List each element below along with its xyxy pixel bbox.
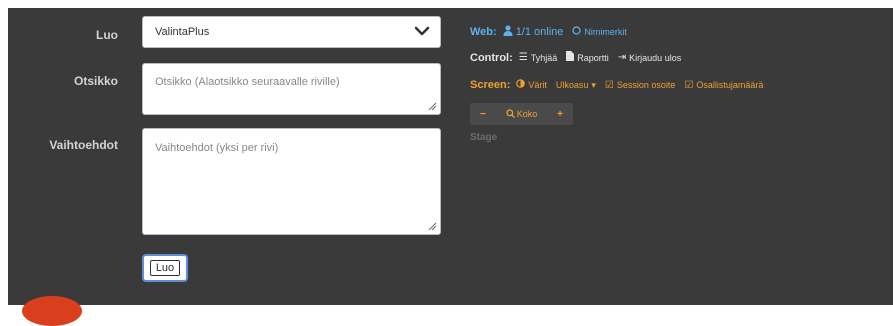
title-label: Otsikko bbox=[73, 74, 118, 88]
zoom-label: Koko bbox=[516, 109, 538, 119]
chevron-down-icon bbox=[414, 26, 430, 40]
options-label: Vaihtoehdot bbox=[49, 138, 118, 152]
colors-button[interactable]: Värit bbox=[516, 79, 547, 91]
colors-text: Värit bbox=[528, 80, 547, 90]
participants-text: Osallistujamäärä bbox=[696, 80, 764, 90]
list-icon: ☰ bbox=[518, 52, 528, 63]
stage-label: Stage bbox=[470, 132, 498, 143]
participants-button[interactable]: ☑ Osallistujamäärä bbox=[684, 80, 763, 91]
check-circle-icon: ☑ bbox=[604, 79, 614, 91]
options-textarea[interactable]: Vaihtoehdot (yksi per rivi) bbox=[142, 128, 441, 235]
layout-text: Ulkoasu bbox=[555, 80, 589, 90]
main-panel: Luo ValintaPlus Otsikko Otsikko (Alaotsi… bbox=[8, 8, 893, 305]
type-select-value: ValintaPlus bbox=[155, 26, 210, 38]
decorative-circle bbox=[22, 296, 82, 326]
online-text: 1/1 online bbox=[515, 26, 564, 38]
clear-text: Tyhjää bbox=[530, 52, 558, 63]
user-icon bbox=[503, 25, 513, 39]
luo-label: Luo bbox=[96, 28, 118, 42]
names-text: Nimimerkit bbox=[584, 27, 627, 37]
report-text: Raportti bbox=[577, 52, 609, 63]
report-button[interactable]: Raportti bbox=[566, 51, 609, 64]
session-address-button[interactable]: ☑ Session osoite bbox=[605, 80, 676, 91]
create-button[interactable]: Luo bbox=[142, 254, 188, 282]
clear-button[interactable]: ☰ Tyhjää bbox=[519, 52, 558, 63]
caret-down-icon: ▾ bbox=[591, 79, 596, 90]
type-select[interactable]: ValintaPlus bbox=[142, 16, 441, 48]
zoom-out-button[interactable]: − bbox=[480, 109, 486, 120]
check-circle-icon: ☑ bbox=[684, 79, 694, 91]
web-label: Web: bbox=[470, 26, 497, 38]
zoom-controls: − Koko + bbox=[470, 103, 573, 125]
file-icon bbox=[566, 51, 575, 64]
logout-text: Kirjaudu ulos bbox=[629, 52, 682, 63]
options-placeholder: Vaihtoehdot (yksi per rivi) bbox=[155, 142, 279, 154]
circle-icon bbox=[572, 26, 582, 38]
logout-icon: ⇥ bbox=[617, 52, 627, 63]
resize-grip-icon[interactable] bbox=[428, 102, 437, 111]
web-row: Web: 1/1 online Nimimerkit bbox=[470, 25, 636, 39]
session-address-text: Session osoite bbox=[616, 80, 676, 90]
logout-button[interactable]: ⇥ Kirjaudu ulos bbox=[618, 52, 681, 63]
zoom-reset-button[interactable]: Koko bbox=[506, 108, 538, 120]
create-button-label: Luo bbox=[149, 260, 181, 276]
adjust-icon bbox=[516, 79, 526, 91]
zoom-icon bbox=[506, 108, 515, 120]
title-textarea[interactable]: Otsikko (Alaotsikko seuraavalle riville) bbox=[142, 63, 441, 115]
names-link[interactable]: Nimimerkit bbox=[572, 26, 627, 38]
title-placeholder: Otsikko (Alaotsikko seuraavalle riville) bbox=[155, 76, 340, 88]
zoom-in-button[interactable]: + bbox=[557, 109, 563, 120]
online-count: 1/1 online bbox=[503, 25, 564, 39]
control-label: Control: bbox=[470, 51, 513, 64]
screen-row: Screen: Värit Ulkoasu ▾ ☑ Session osoite… bbox=[470, 79, 772, 91]
resize-grip-icon[interactable] bbox=[428, 222, 437, 231]
screen-label: Screen: bbox=[470, 79, 511, 91]
control-row: Control: ☰ Tyhjää Raportti ⇥ Kirjaudu ul… bbox=[470, 51, 690, 64]
layout-dropdown[interactable]: Ulkoasu ▾ bbox=[556, 80, 596, 91]
